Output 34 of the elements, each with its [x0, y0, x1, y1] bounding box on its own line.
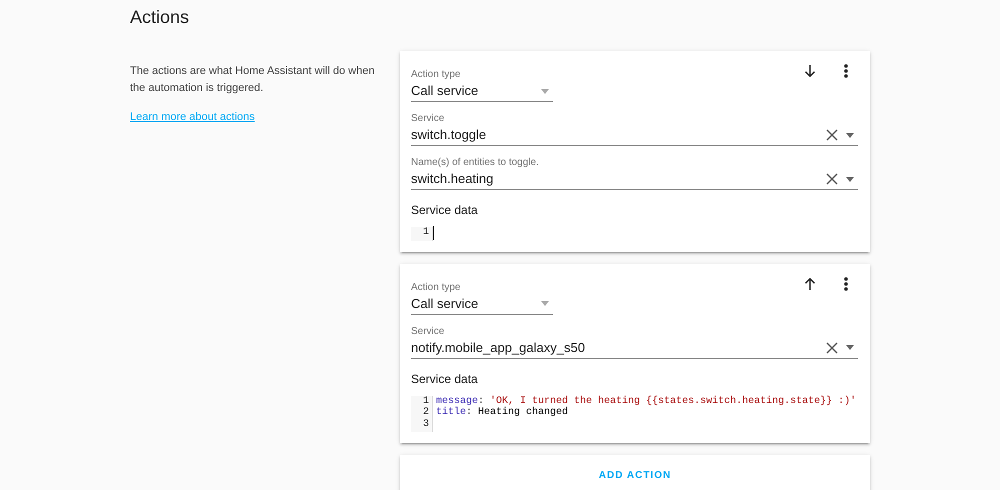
more-icon[interactable] — [844, 64, 848, 78]
code-punctuation: : — [466, 407, 474, 418]
line-number: 1 — [422, 227, 429, 238]
line-number: 2 — [422, 407, 429, 418]
field-label: Service — [411, 326, 444, 338]
code-editor[interactable]: 1 — [411, 227, 858, 240]
clear-icon[interactable] — [826, 129, 838, 141]
field-label: Name(s) of entities to toggle. — [411, 157, 539, 169]
code-key: title — [436, 407, 466, 418]
line-number: 3 — [422, 418, 429, 430]
field-label: Service — [411, 113, 444, 125]
code-editor[interactable]: 1 2 3 message: 'OK, I turned the heating {{states.switch.heating.state}} :)' title: Heating changed — [411, 396, 858, 432]
section-title: Actions — [130, 6, 190, 28]
code-value: Heating changed — [478, 407, 568, 418]
dropdown-field[interactable]: Call service — [411, 294, 553, 314]
caret-icon[interactable] — [846, 345, 854, 350]
combo-field[interactable]: notify.mobile_app_galaxy_s50 — [411, 338, 858, 358]
caret-icon[interactable] — [846, 132, 854, 138]
field-label: Action type — [411, 282, 460, 294]
line-number: 1 — [422, 396, 429, 407]
code-string: 'OK, I turned the heating {{states.switch.heating.state}} :)' — [490, 396, 856, 406]
field-label: Action type — [411, 69, 460, 81]
more-icon[interactable] — [844, 276, 848, 290]
combo-field[interactable]: switch.toggle — [411, 125, 858, 146]
section-label: Service data — [411, 372, 478, 386]
dropdown-field[interactable]: Call service — [411, 81, 553, 102]
clear-icon[interactable] — [826, 342, 838, 354]
clear-icon[interactable] — [826, 173, 838, 185]
section-label: Service data — [411, 203, 478, 217]
caret-icon[interactable] — [846, 176, 854, 182]
code-key: message — [436, 396, 478, 407]
description-text: The actions are what Home Assistant will do when the automation is triggered. — [130, 64, 376, 96]
combo-field[interactable]: switch.heating — [411, 169, 858, 190]
code-punctuation: : — [478, 396, 486, 406]
